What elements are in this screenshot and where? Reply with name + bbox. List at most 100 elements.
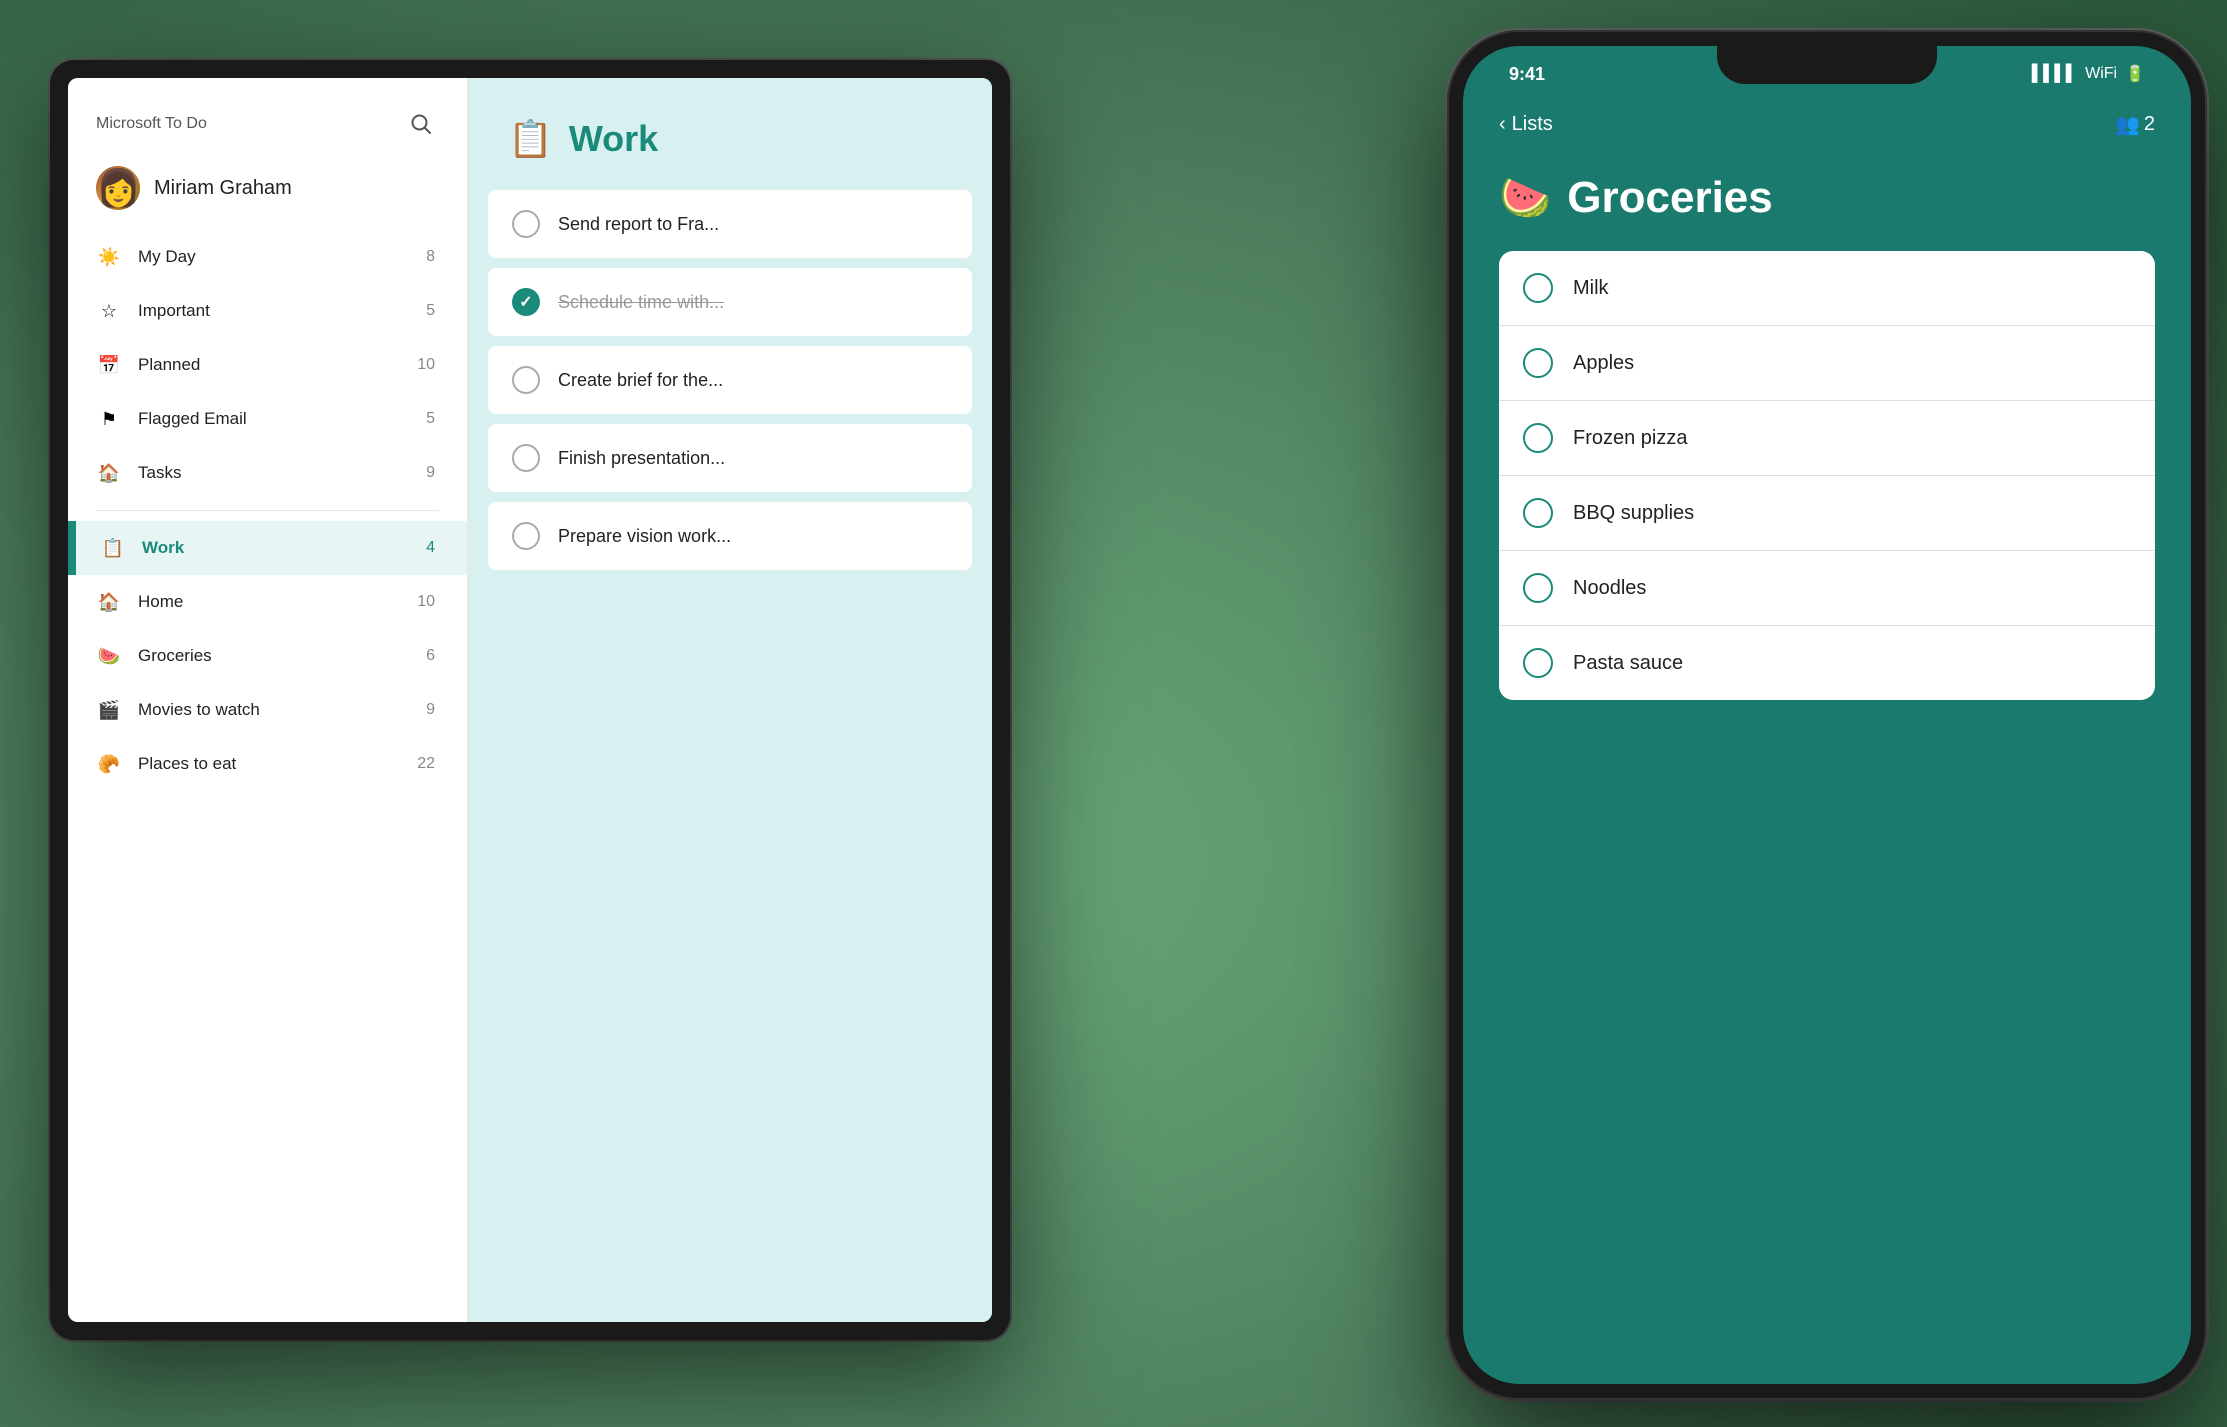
sidebar-item-groceries[interactable]: 🍉 Groceries 6 xyxy=(68,629,467,683)
sidebar-label-home: Home xyxy=(138,592,401,612)
sidebar-count-flagged-email: 5 xyxy=(426,410,435,428)
user-row: Miriam Graham xyxy=(68,158,467,230)
battery-icon: 🔋 xyxy=(2125,64,2145,84)
sidebar-label-movies: Movies to watch xyxy=(138,700,410,720)
task-text: Schedule time with... xyxy=(558,292,724,313)
task-item[interactable]: Schedule time with... xyxy=(488,268,972,336)
sidebar-item-planned[interactable]: 📅 Planned 10 xyxy=(68,338,467,392)
food-icon: 🥐 xyxy=(96,751,122,777)
watermelon-icon: 🍉 xyxy=(96,643,122,669)
grocery-item-apples[interactable]: Apples xyxy=(1499,326,2155,401)
status-time: 9:41 xyxy=(1499,64,1545,85)
list-header-emoji: 📋 xyxy=(508,118,553,160)
task-checkbox-checked[interactable] xyxy=(512,288,540,316)
sidebar: Microsoft To Do Miriam Graham ☀️ xyxy=(68,78,468,1322)
grocery-item-bbq-supplies[interactable]: BBQ supplies xyxy=(1499,476,2155,551)
sidebar-count-groceries: 6 xyxy=(426,647,435,665)
task-checkbox[interactable] xyxy=(512,366,540,394)
active-indicator xyxy=(72,521,76,575)
sidebar-count-tasks: 9 xyxy=(426,464,435,482)
sidebar-item-my-day[interactable]: ☀️ My Day 8 xyxy=(68,230,467,284)
task-item[interactable]: Prepare vision work... xyxy=(488,502,972,570)
sidebar-label-work: Work xyxy=(142,538,410,558)
sidebar-count-important: 5 xyxy=(426,302,435,320)
share-people-icon: 👥 xyxy=(2115,112,2140,137)
sidebar-label-planned: Planned xyxy=(138,355,401,375)
sidebar-item-flagged-email[interactable]: ⚑ Flagged Email 5 xyxy=(68,392,467,446)
sidebar-label-important: Important xyxy=(138,301,410,321)
task-checkbox[interactable] xyxy=(512,210,540,238)
task-checkbox[interactable] xyxy=(512,522,540,550)
search-button[interactable] xyxy=(403,106,439,142)
phone-task-list: Milk Apples Frozen pizza BBQ supplies xyxy=(1499,251,2155,700)
task-item[interactable]: Create brief for the... xyxy=(488,346,972,414)
task-text: Send report to Fra... xyxy=(558,214,719,235)
grocery-checkbox[interactable] xyxy=(1523,498,1553,528)
phone-nav-count: 2 xyxy=(2144,113,2155,136)
sidebar-label-tasks: Tasks xyxy=(138,463,410,483)
grocery-text: Apples xyxy=(1573,352,1634,375)
grocery-checkbox[interactable] xyxy=(1523,573,1553,603)
grocery-item-pasta-sauce[interactable]: Pasta sauce xyxy=(1499,626,2155,700)
chevron-left-icon: ‹ xyxy=(1499,113,1506,136)
movie-icon: 🎬 xyxy=(96,697,122,723)
phone-back-button[interactable]: ‹ Lists xyxy=(1499,113,1553,136)
home-icon: 🏠 xyxy=(96,460,122,486)
task-text: Finish presentation... xyxy=(558,448,725,469)
sun-icon: ☀️ xyxy=(96,244,122,270)
sidebar-count-movies: 9 xyxy=(426,701,435,719)
phone-screen: 9:41 ▌▌▌▌ WiFi 🔋 ‹ Lists 👥 2 🍉 Groceries xyxy=(1463,46,2191,1384)
grocery-checkbox[interactable] xyxy=(1523,273,1553,303)
phone-device: 9:41 ▌▌▌▌ WiFi 🔋 ‹ Lists 👥 2 🍉 Groceries xyxy=(1447,30,2207,1400)
task-item[interactable]: Send report to Fra... xyxy=(488,190,972,258)
main-panel: 📋 Work Send report to Fra... Schedule ti… xyxy=(468,78,992,1322)
grocery-item-milk[interactable]: Milk xyxy=(1499,251,2155,326)
house-icon: 🏠 xyxy=(96,589,122,615)
calendar-icon: 📅 xyxy=(96,352,122,378)
phone-back-label: Lists xyxy=(1512,113,1553,136)
sidebar-item-important[interactable]: ☆ Important 5 xyxy=(68,284,467,338)
phone-list-emoji: 🍉 xyxy=(1499,174,1551,223)
sidebar-header: Microsoft To Do xyxy=(68,78,467,158)
signal-icon: ▌▌▌▌ xyxy=(2032,65,2077,83)
list-header-title: Work xyxy=(569,118,658,160)
flag-icon: ⚑ xyxy=(96,406,122,432)
sidebar-count-planned: 10 xyxy=(417,356,435,374)
grocery-text: Milk xyxy=(1573,277,1609,300)
sidebar-nav: ☀️ My Day 8 ☆ Important 5 📅 Planned 10 xyxy=(68,230,467,1322)
phone-list-title: Groceries xyxy=(1567,173,1772,223)
avatar-image xyxy=(96,166,140,210)
wifi-icon: WiFi xyxy=(2085,65,2117,83)
sidebar-item-places[interactable]: 🥐 Places to eat 22 xyxy=(68,737,467,791)
grocery-text: Frozen pizza xyxy=(1573,427,1688,450)
grocery-text: Noodles xyxy=(1573,577,1646,600)
phone-share-button[interactable]: 👥 2 xyxy=(2115,112,2155,137)
sidebar-label-groceries: Groceries xyxy=(138,646,410,666)
grocery-item-noodles[interactable]: Noodles xyxy=(1499,551,2155,626)
task-checkbox[interactable] xyxy=(512,444,540,472)
grocery-item-frozen-pizza[interactable]: Frozen pizza xyxy=(1499,401,2155,476)
grocery-checkbox[interactable] xyxy=(1523,423,1553,453)
sidebar-count-work: 4 xyxy=(426,539,435,557)
sidebar-label-my-day: My Day xyxy=(138,247,410,267)
sidebar-item-tasks[interactable]: 🏠 Tasks 9 xyxy=(68,446,467,500)
sidebar-item-home[interactable]: 🏠 Home 10 xyxy=(68,575,467,629)
user-name: Miriam Graham xyxy=(154,177,292,200)
avatar xyxy=(96,166,140,210)
sidebar-count-home: 10 xyxy=(417,593,435,611)
task-text: Prepare vision work... xyxy=(558,526,731,547)
sidebar-label-flagged-email: Flagged Email xyxy=(138,409,410,429)
grocery-checkbox[interactable] xyxy=(1523,348,1553,378)
grocery-checkbox[interactable] xyxy=(1523,648,1553,678)
sidebar-label-places: Places to eat xyxy=(138,754,401,774)
status-icons: ▌▌▌▌ WiFi 🔋 xyxy=(2032,64,2155,84)
sidebar-item-work[interactable]: 📋 Work 4 xyxy=(68,521,467,575)
star-icon: ☆ xyxy=(96,298,122,324)
task-item[interactable]: Finish presentation... xyxy=(488,424,972,492)
phone-notch xyxy=(1717,46,1937,84)
task-list: Send report to Fra... Schedule time with… xyxy=(468,190,992,1322)
tablet-device: Microsoft To Do Miriam Graham ☀️ xyxy=(50,60,1010,1340)
list-header: 📋 Work xyxy=(468,78,992,190)
phone-nav-bar: ‹ Lists 👥 2 xyxy=(1463,102,2191,153)
sidebar-item-movies[interactable]: 🎬 Movies to watch 9 xyxy=(68,683,467,737)
